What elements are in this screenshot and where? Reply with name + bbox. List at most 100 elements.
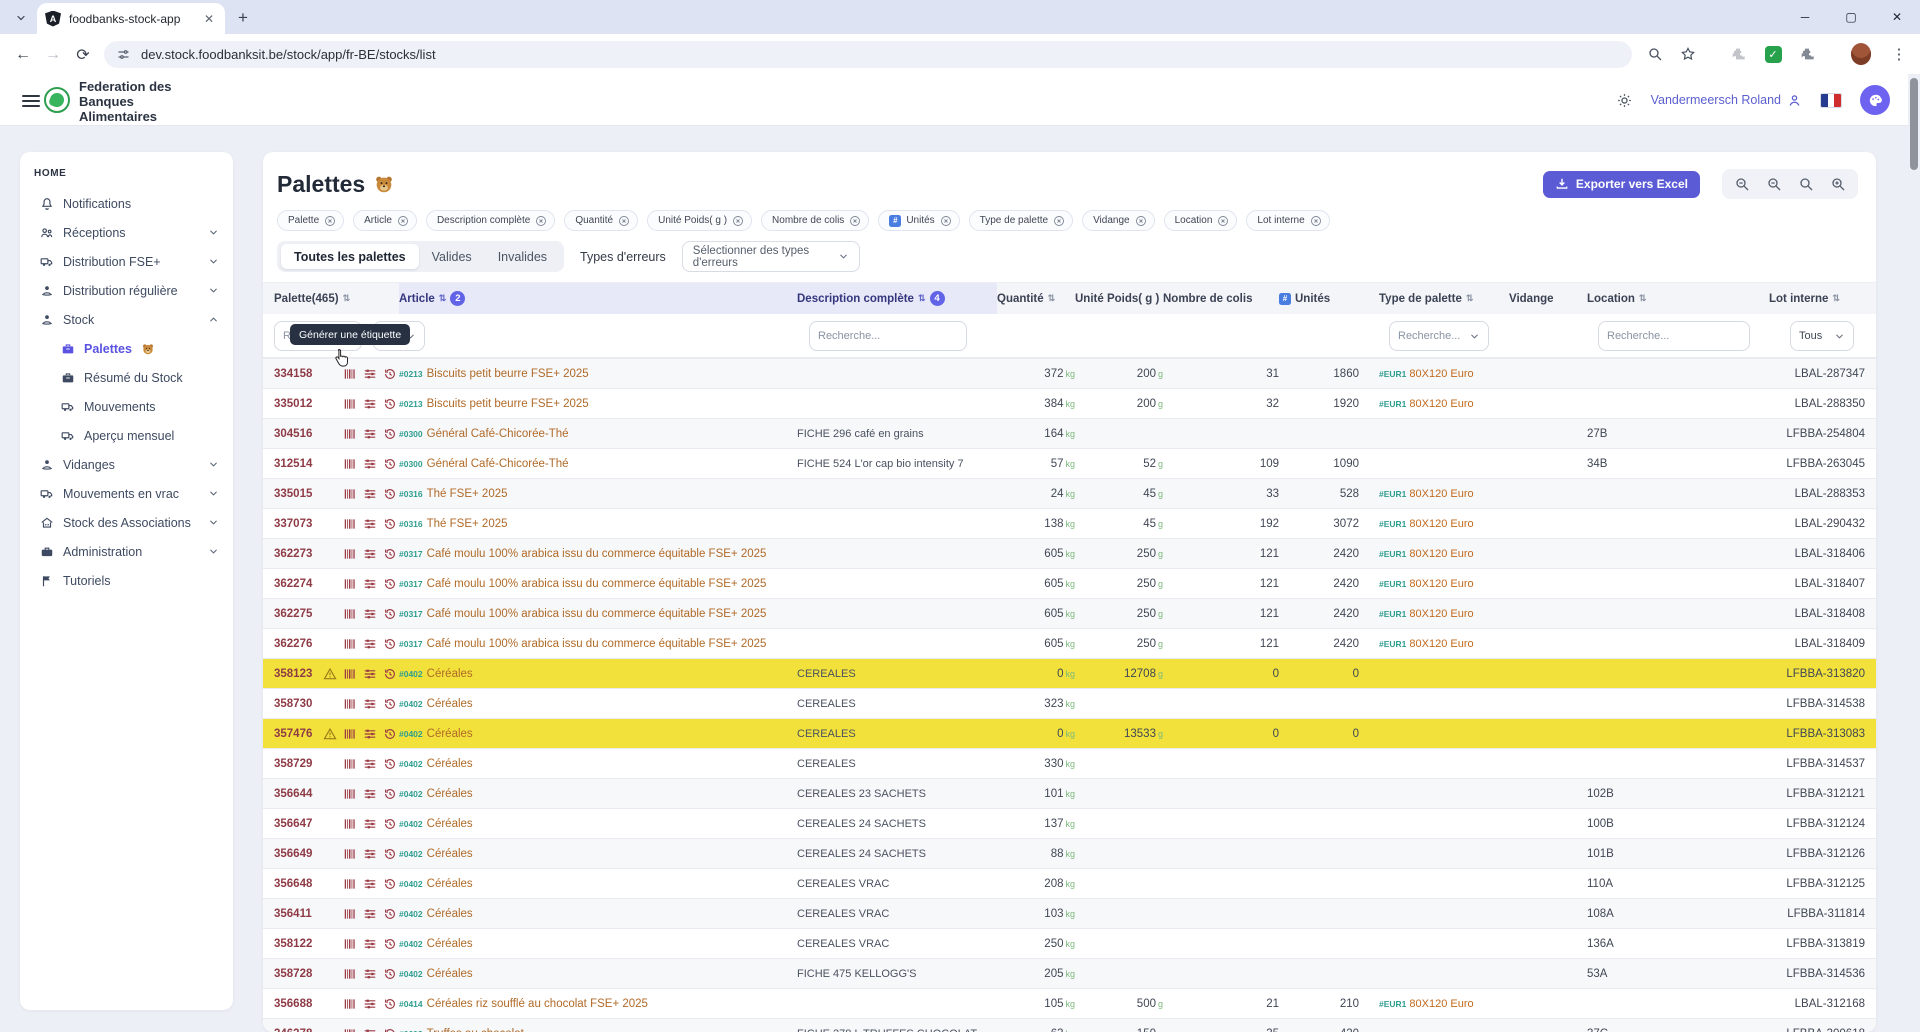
column-header-quantit-[interactable]: # Quantité ⇅ bbox=[997, 283, 1075, 314]
remove-chip-icon[interactable] bbox=[535, 215, 547, 227]
barcode-label-icon[interactable] bbox=[343, 487, 357, 501]
chip-description-compl-te[interactable]: # Description complète bbox=[426, 210, 555, 231]
barcode-label-icon[interactable] bbox=[343, 397, 357, 411]
browser-menu-icon[interactable]: ⋮ bbox=[1889, 44, 1909, 64]
table-row[interactable]: 335015 #0316Thé FSE+ 2025 24kg 45g 33 52… bbox=[263, 478, 1876, 508]
barcode-label-icon[interactable] bbox=[343, 637, 357, 651]
sidebar-item-stock[interactable]: Stock bbox=[34, 305, 223, 334]
barcode-label-icon[interactable] bbox=[343, 607, 357, 621]
table-row[interactable]: 356411 #0402Céréales CEREALES VRAC 103kg… bbox=[263, 898, 1876, 928]
sliders-edit-icon[interactable] bbox=[363, 817, 377, 831]
error-types-select[interactable]: Sélectionner des types d'erreurs bbox=[682, 241, 860, 272]
sidebar-item-distribution-r-guli-re[interactable]: Distribution régulière bbox=[34, 276, 223, 305]
sliders-edit-icon[interactable] bbox=[363, 367, 377, 381]
sliders-edit-icon[interactable] bbox=[363, 457, 377, 471]
table-row[interactable]: 357476 #0402Céréales CEREALES 0kg 13533g… bbox=[263, 718, 1876, 748]
barcode-label-icon[interactable] bbox=[343, 1027, 357, 1032]
barcode-label-icon[interactable] bbox=[343, 697, 357, 711]
sidebar-item-mouvements[interactable]: Mouvements bbox=[34, 392, 223, 421]
remove-chip-icon[interactable] bbox=[732, 215, 744, 227]
theme-toggle-icon[interactable] bbox=[1616, 92, 1633, 109]
sidebar-item-notifications[interactable]: Notifications bbox=[34, 189, 223, 218]
chip-article[interactable]: # Article bbox=[353, 210, 417, 231]
table-row[interactable]: 362275 #0317Café moulu 100% arabica issu… bbox=[263, 598, 1876, 628]
tab-valides[interactable]: Valides bbox=[419, 244, 485, 269]
remove-chip-icon[interactable] bbox=[1217, 215, 1229, 227]
table-row[interactable]: 362274 #0317Café moulu 100% arabica issu… bbox=[263, 568, 1876, 598]
palette-id[interactable]: 358123 bbox=[263, 668, 323, 680]
column-header-nombre-de-colis[interactable]: # Nombre de colis ⇅ bbox=[1163, 283, 1279, 314]
sidebar-item-mouvements-en-vrac[interactable]: Mouvements en vrac bbox=[34, 479, 223, 508]
scrollbar-thumb[interactable] bbox=[1910, 78, 1918, 170]
barcode-label-icon[interactable] bbox=[343, 997, 357, 1011]
barcode-label-icon[interactable] bbox=[343, 727, 357, 741]
palette-id[interactable]: 358122 bbox=[263, 938, 323, 950]
barcode-label-icon[interactable] bbox=[343, 367, 357, 381]
palette-id[interactable]: 362275 bbox=[263, 608, 323, 620]
chip-type-de-palette[interactable]: # Type de palette bbox=[969, 210, 1073, 231]
sliders-edit-icon[interactable] bbox=[363, 727, 377, 741]
table-row[interactable]: 356644 #0402Céréales CEREALES 23 SACHETS… bbox=[263, 778, 1876, 808]
site-info-icon[interactable] bbox=[116, 47, 131, 62]
sliders-edit-icon[interactable] bbox=[363, 967, 377, 981]
window-maximize-button[interactable]: ▢ bbox=[1828, 0, 1874, 34]
tab-close-icon[interactable]: ✕ bbox=[201, 12, 217, 26]
palette-id[interactable]: 335012 bbox=[263, 398, 323, 410]
language-flag-fr[interactable] bbox=[1820, 93, 1842, 108]
sidebar-item-administration[interactable]: Administration bbox=[34, 537, 223, 566]
table-row[interactable]: 358122 #0402Céréales CEREALES VRAC 250kg… bbox=[263, 928, 1876, 958]
barcode-label-icon[interactable] bbox=[343, 847, 357, 861]
palette-id[interactable]: 346378 bbox=[263, 1028, 323, 1032]
table-row[interactable]: 304516 #0300Général Café-Chicorée-Thé FI… bbox=[263, 418, 1876, 448]
remove-chip-icon[interactable] bbox=[940, 215, 952, 227]
barcode-label-icon[interactable] bbox=[343, 937, 357, 951]
export-excel-button[interactable]: Exporter vers Excel bbox=[1543, 171, 1700, 198]
history-icon[interactable] bbox=[383, 697, 397, 711]
zoom-in-icon[interactable] bbox=[1824, 172, 1852, 196]
table-row[interactable]: 356649 #0402Céréales CEREALES 24 SACHETS… bbox=[263, 838, 1876, 868]
refresh-button[interactable]: ⟳ bbox=[70, 42, 96, 68]
chip-lot-interne[interactable]: # Lot interne bbox=[1246, 210, 1329, 231]
palette-type-filter-select[interactable]: Recherche... bbox=[1389, 321, 1489, 351]
sidebar-item-distribution-fse-[interactable]: Distribution FSE+ bbox=[34, 247, 223, 276]
sort-icon[interactable]: ⇅ bbox=[1639, 293, 1647, 304]
remove-chip-icon[interactable] bbox=[849, 215, 861, 227]
sliders-edit-icon[interactable] bbox=[363, 607, 377, 621]
sliders-edit-icon[interactable] bbox=[363, 487, 377, 501]
palette-id[interactable]: 356411 bbox=[263, 908, 323, 920]
table-row[interactable]: 356688 #0414Céréales riz soufflé au choc… bbox=[263, 988, 1876, 1018]
chip-location[interactable]: # Location bbox=[1164, 210, 1238, 231]
barcode-label-icon[interactable] bbox=[343, 457, 357, 471]
location-filter-input[interactable] bbox=[1598, 321, 1750, 351]
new-tab-button[interactable]: + bbox=[238, 8, 248, 28]
sliders-edit-icon[interactable] bbox=[363, 1027, 377, 1032]
remove-chip-icon[interactable] bbox=[618, 215, 630, 227]
sliders-edit-icon[interactable] bbox=[363, 637, 377, 651]
sliders-edit-icon[interactable] bbox=[363, 547, 377, 561]
table-row[interactable]: 312514 #0300Général Café-Chicorée-Thé FI… bbox=[263, 448, 1876, 478]
user-menu[interactable]: Vandermeersch Roland bbox=[1651, 93, 1802, 108]
column-header-type-de-palette[interactable]: # Type de palette ⇅ bbox=[1359, 283, 1509, 314]
barcode-label-icon[interactable] bbox=[343, 577, 357, 591]
remove-chip-icon[interactable] bbox=[324, 215, 336, 227]
sliders-edit-icon[interactable] bbox=[363, 847, 377, 861]
history-icon[interactable] bbox=[383, 877, 397, 891]
sidebar-item-r-sum-du-stock[interactable]: Résumé du Stock bbox=[34, 363, 223, 392]
palette-id[interactable]: 335015 bbox=[263, 488, 323, 500]
history-icon[interactable] bbox=[383, 397, 397, 411]
table-row[interactable]: 346378 #0603Truffes au chocolat FICHE 27… bbox=[263, 1018, 1876, 1032]
sliders-edit-icon[interactable] bbox=[363, 997, 377, 1011]
remove-chip-icon[interactable] bbox=[1310, 215, 1322, 227]
history-icon[interactable] bbox=[383, 1027, 397, 1032]
sliders-edit-icon[interactable] bbox=[363, 577, 377, 591]
browser-tab[interactable]: A foodbanks-stock-app ✕ bbox=[37, 3, 225, 34]
tab-search-button[interactable] bbox=[8, 7, 34, 29]
chip-vidange[interactable]: # Vidange bbox=[1082, 210, 1155, 231]
sliders-edit-icon[interactable] bbox=[363, 907, 377, 921]
history-icon[interactable] bbox=[383, 967, 397, 981]
sliders-edit-icon[interactable] bbox=[363, 937, 377, 951]
sliders-edit-icon[interactable] bbox=[363, 427, 377, 441]
history-icon[interactable] bbox=[383, 907, 397, 921]
table-row[interactable]: 358123 #0402Céréales CEREALES 0kg 12708g… bbox=[263, 658, 1876, 688]
table-row[interactable]: 358730 #0402Céréales CEREALES 323kg LFBB… bbox=[263, 688, 1876, 718]
